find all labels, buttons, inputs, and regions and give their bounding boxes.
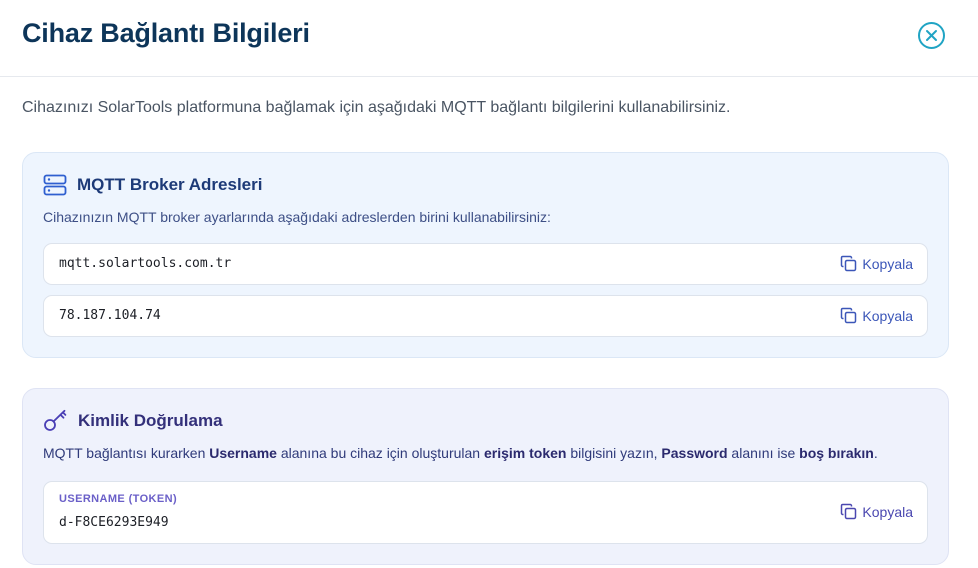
broker-ip-value[interactable]: 78.187.104.74 <box>59 308 161 323</box>
dialog-header: Cihaz Bağlantı Bilgileri <box>0 0 978 77</box>
auth-card-title: Kimlik Doğrulama <box>78 411 223 430</box>
auth-desc-text: alanını ise <box>727 445 800 461</box>
username-token-value[interactable]: d-F8CE6293E949 <box>59 515 169 530</box>
auth-desc-text: . <box>873 445 878 461</box>
username-token-label: USERNAME (TOKEN) <box>59 493 178 505</box>
copy-label: Kopyala <box>862 503 913 520</box>
intro-text: Cihazınızı SolarTools platformuna bağlam… <box>22 99 731 116</box>
broker-card-title: MQTT Broker Adresleri <box>77 175 263 194</box>
key-icon <box>44 409 67 431</box>
copy-icon <box>841 503 857 520</box>
close-button[interactable] <box>918 22 945 49</box>
copy-username-button[interactable]: Kopyala <box>840 503 913 520</box>
server-icon <box>43 174 67 196</box>
broker-address-field: mqtt.solartools.com.tr Kopyala <box>43 243 928 285</box>
auth-card: Kimlik Doğrulama MQTT bağlantısı kurarke… <box>22 388 949 565</box>
auth-desc-username: Username <box>209 445 277 461</box>
auth-card-description: MQTT bağlantısı kurarken Username alanın… <box>43 445 878 461</box>
connection-info-dialog: Cihaz Bağlantı Bilgileri Cihazınızı Sola… <box>0 0 978 568</box>
broker-address-value[interactable]: mqtt.solartools.com.tr <box>59 256 231 271</box>
auth-desc-empty: boş bırakın <box>799 445 874 461</box>
copy-label: Kopyala <box>862 255 913 272</box>
broker-card: MQTT Broker Adresleri Cihazınızın MQTT b… <box>22 152 949 358</box>
copy-broker-ip-button[interactable]: Kopyala <box>840 307 913 324</box>
copy-broker-domain-button[interactable]: Kopyala <box>840 255 913 272</box>
broker-card-description: Cihazınızın MQTT broker ayarlarında aşağ… <box>43 209 551 225</box>
broker-card-header: MQTT Broker Adresleri <box>43 174 262 196</box>
dialog-title: Cihaz Bağlantı Bilgileri <box>22 18 310 48</box>
auth-desc-token: erişim token <box>483 445 567 461</box>
broker-ip-field: 78.187.104.74 Kopyala <box>43 295 928 337</box>
copy-icon <box>841 307 857 324</box>
username-token-field: USERNAME (TOKEN) d-F8CE6293E949 Kopyala <box>43 481 928 544</box>
copy-label: Kopyala <box>862 307 913 324</box>
auth-desc-text: alanına bu cihaz için oluşturulan <box>276 445 484 461</box>
auth-card-header: Kimlik Doğrulama <box>43 409 223 433</box>
copy-icon <box>841 255 857 272</box>
auth-desc-password: Password <box>661 445 728 461</box>
close-icon <box>926 30 937 41</box>
auth-desc-text: MQTT bağlantısı kurarken <box>43 445 210 461</box>
auth-desc-text: bilgisini yazın, <box>566 445 662 461</box>
